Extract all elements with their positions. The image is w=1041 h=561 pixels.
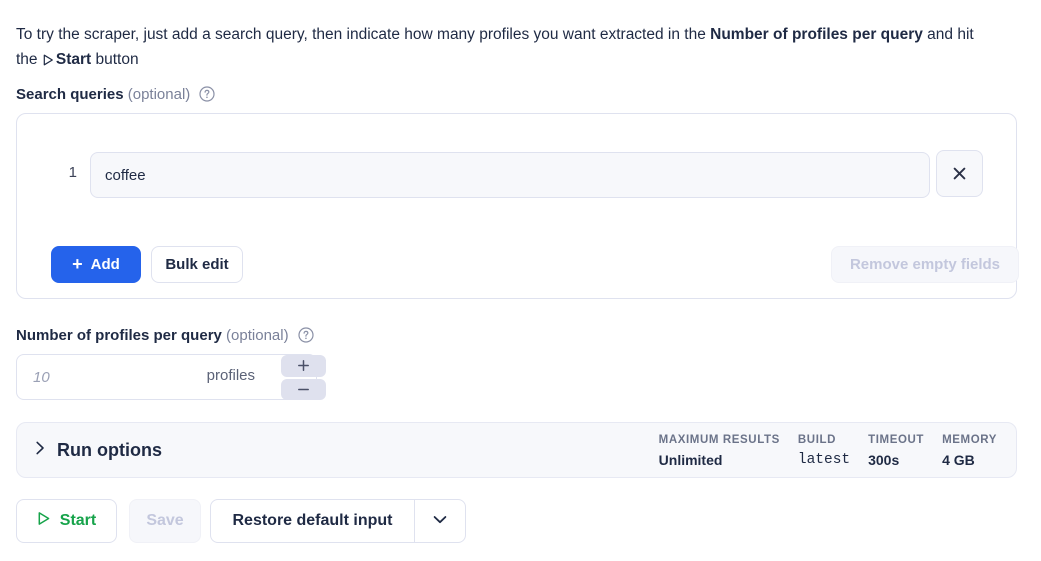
quantity-stepper — [281, 355, 326, 400]
intro-paragraph: To try the scraper, just add a search qu… — [16, 22, 991, 72]
input-form-page: To try the scraper, just add a search qu… — [0, 0, 1041, 561]
start-button-label: Start — [59, 512, 97, 529]
stat-build: BUILD latest — [798, 432, 850, 470]
stat-value: Unlimited — [658, 452, 723, 468]
chevron-down-icon — [432, 512, 448, 530]
run-options-header: Run options — [35, 423, 162, 477]
stat-maximum-results: MAXIMUM RESULTS Unlimited — [659, 432, 780, 470]
stat-label: MEMORY — [942, 434, 997, 446]
intro-text-part1: To try the scraper, just add a search qu… — [16, 25, 711, 43]
search-query-input[interactable] — [90, 152, 930, 198]
stat-label: TIMEOUT — [868, 434, 925, 446]
profiles-per-query-label: Number of profiles per query (optional) — [16, 327, 314, 347]
restore-default-input-button[interactable]: Restore default input — [211, 500, 414, 542]
bulk-edit-button[interactable]: Bulk edit — [151, 246, 243, 283]
play-triangle-icon — [37, 511, 51, 531]
stat-value: 300s — [868, 452, 900, 468]
restore-default-input-group: Restore default input — [210, 499, 466, 543]
stat-timeout: TIMEOUT 300s — [868, 432, 924, 470]
restore-dropdown-toggle[interactable] — [414, 500, 465, 542]
stat-label: BUILD — [797, 434, 837, 446]
plus-icon — [296, 358, 311, 373]
play-triangle-icon — [43, 54, 54, 66]
query-row-index: 1 — [68, 164, 77, 181]
add-query-button-label: Add — [90, 256, 120, 273]
stat-label: MAXIMUM RESULTS — [658, 434, 780, 446]
stepper-increment-button[interactable] — [281, 355, 326, 377]
stat-value: 4 GB — [942, 452, 975, 468]
run-options-stats: MAXIMUM RESULTS Unlimited BUILD latest T… — [659, 432, 997, 470]
stat-value: latest — [797, 452, 851, 468]
stepper-decrement-button[interactable] — [281, 378, 326, 400]
remove-empty-fields-button[interactable]: Remove empty fields — [831, 246, 1019, 283]
start-button[interactable]: Start — [16, 499, 117, 543]
profiles-per-query-optional-text: (optional) — [226, 327, 289, 344]
search-queries-card: 1 + Add Bulk edit Remove empty fields — [16, 113, 1019, 299]
remove-query-row-button[interactable] — [936, 150, 983, 197]
profiles-per-query-input[interactable] — [16, 354, 317, 400]
plus-icon: + — [72, 253, 83, 274]
search-queries-optional-text: (optional) — [127, 86, 191, 103]
save-button[interactable]: Save — [129, 499, 201, 543]
profiles-per-query-label-text: Number of profiles per query — [16, 327, 222, 344]
chevron-right-icon — [35, 440, 46, 461]
search-queries-label-text: Search queries — [16, 86, 124, 103]
search-queries-label: Search queries (optional) — [16, 86, 216, 106]
profiles-per-query-field: profiles — [16, 354, 326, 400]
help-circle-icon[interactable] — [298, 327, 314, 347]
add-query-button[interactable]: + Add — [51, 246, 141, 283]
run-options-bar[interactable]: Run options MAXIMUM RESULTS Unlimited BU… — [16, 422, 1017, 478]
query-actions-row: + Add Bulk edit Remove empty fields — [17, 246, 1019, 283]
stat-memory: MEMORY 4 GB — [942, 432, 997, 470]
intro-bold-number-of-profiles: Number of profiles per query — [710, 25, 923, 43]
query-row: 1 — [17, 150, 1016, 198]
intro-text-part3: button — [91, 50, 139, 68]
run-options-title: Run options — [57, 439, 162, 460]
intro-bold-start: Start — [55, 50, 92, 68]
minus-icon — [296, 382, 311, 397]
help-circle-icon[interactable] — [199, 86, 216, 106]
close-x-icon — [952, 166, 967, 181]
